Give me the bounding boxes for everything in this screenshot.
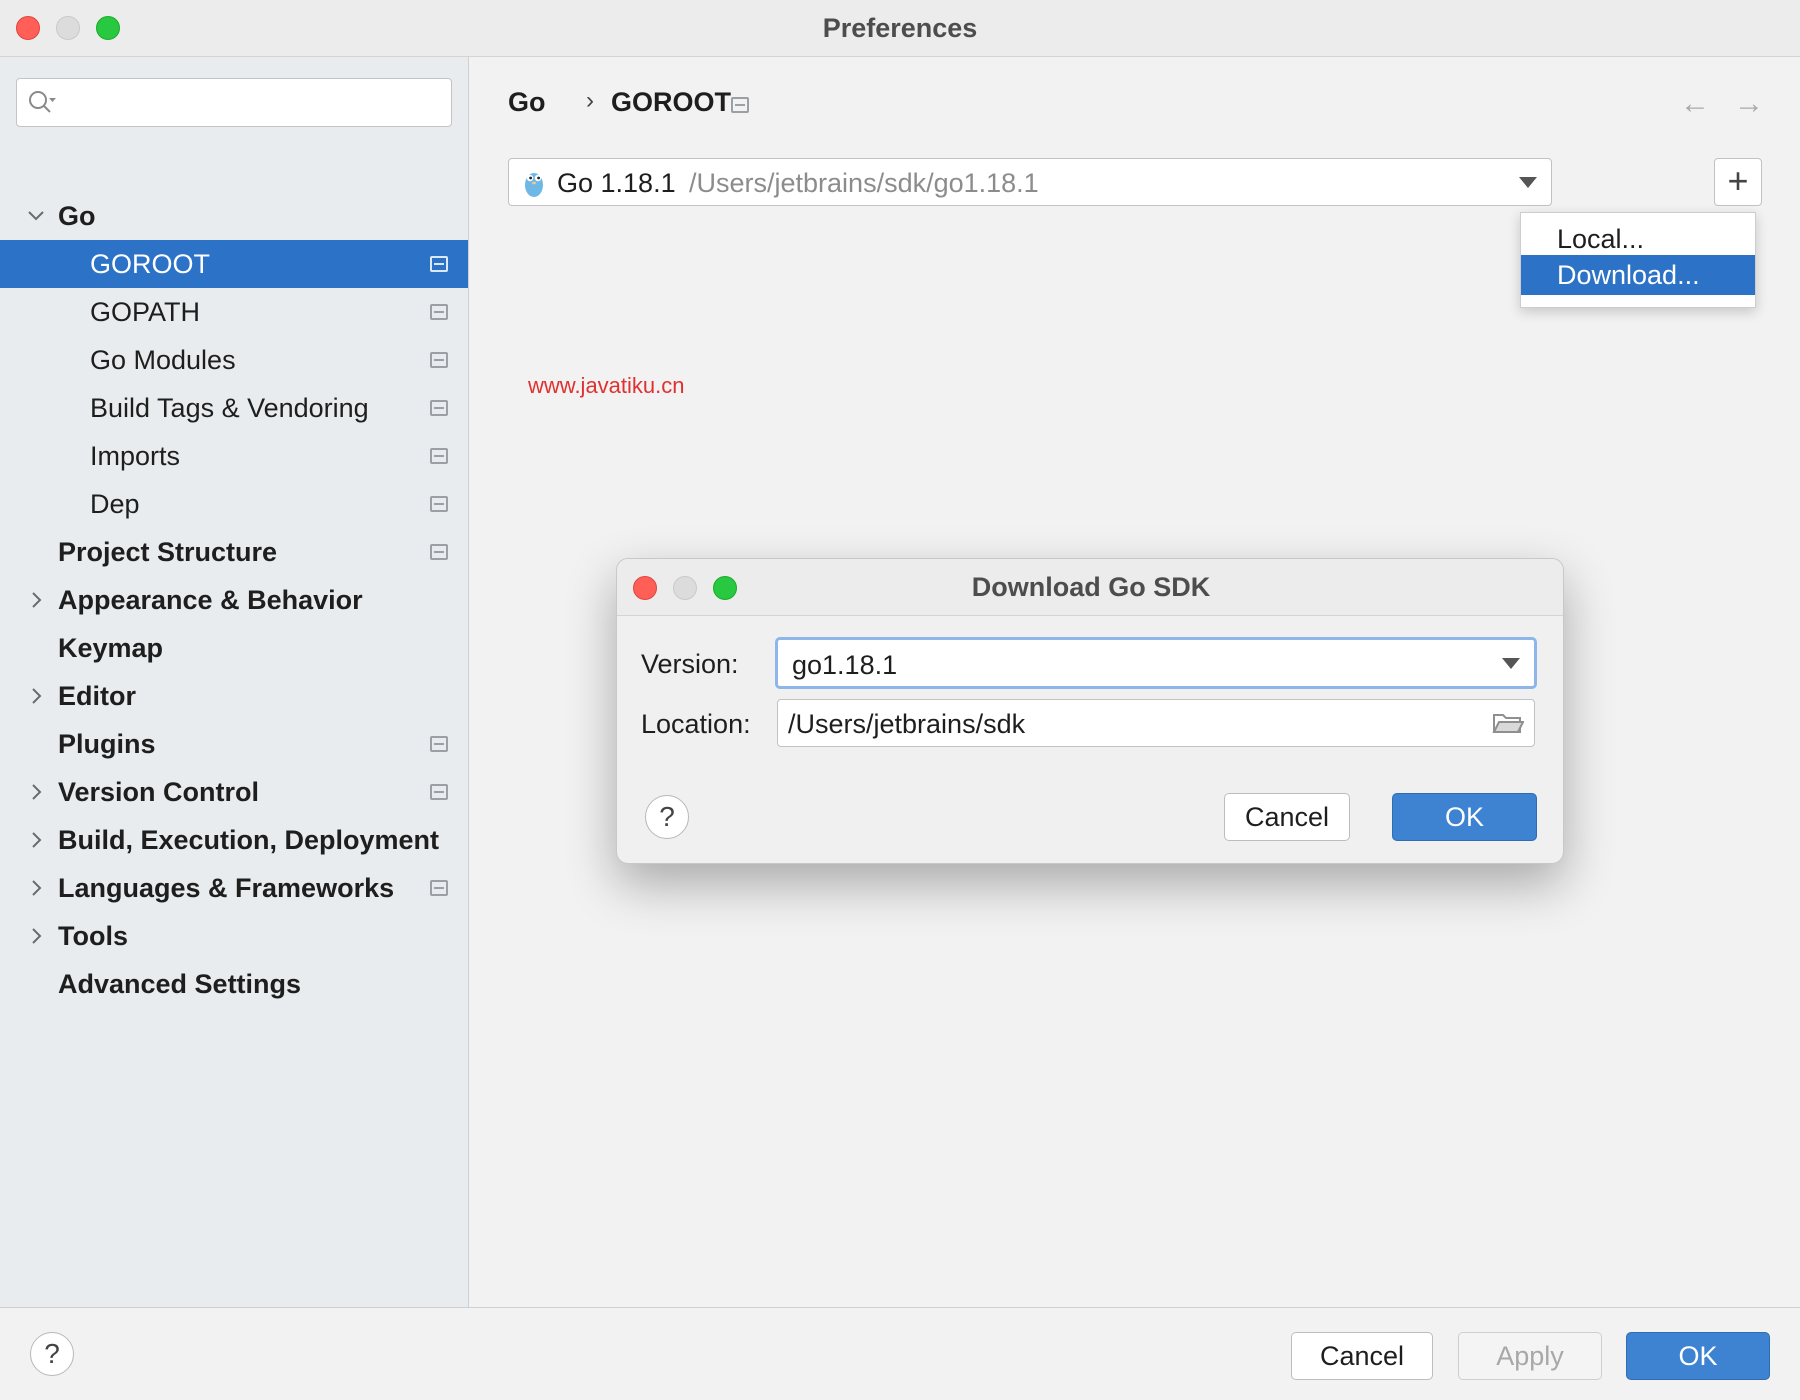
watermark-text: www.javatiku.cn bbox=[528, 373, 685, 398]
project-scope-icon bbox=[430, 880, 448, 896]
chevron-down-icon[interactable] bbox=[24, 204, 48, 228]
dialog-title-bar: Download Go SDK bbox=[617, 559, 1563, 616]
chevron-right-icon[interactable] bbox=[24, 588, 48, 612]
sidebar-item-advanced-settings[interactable]: Advanced Settings bbox=[0, 960, 468, 1008]
menu-item-local[interactable]: Local... bbox=[1521, 219, 1755, 259]
chevron-right-icon[interactable] bbox=[24, 924, 48, 948]
add-sdk-button[interactable]: + bbox=[1714, 158, 1762, 206]
preferences-window: Preferences Go GOROOT GOPATH Go Modules Buil… bbox=[0, 0, 1800, 1400]
version-select[interactable]: go1.18.1 bbox=[775, 637, 1537, 689]
chevron-down-icon bbox=[1519, 177, 1537, 188]
sidebar-item-imports[interactable]: Imports bbox=[0, 432, 468, 480]
project-scope-icon bbox=[430, 448, 448, 464]
sidebar-item-label: Go bbox=[58, 201, 96, 231]
dialog-cancel-button[interactable]: Cancel bbox=[1224, 793, 1350, 841]
location-label: Location: bbox=[641, 709, 751, 739]
project-scope-icon bbox=[430, 496, 448, 512]
sidebar-item-languages-frameworks[interactable]: Languages & Frameworks bbox=[0, 864, 468, 912]
sidebar-item-label: Advanced Settings bbox=[58, 969, 302, 999]
sidebar-item-goroot[interactable]: GOROOT bbox=[0, 240, 468, 288]
sidebar-item-label: Appearance & Behavior bbox=[58, 585, 363, 615]
dialog-help-button[interactable]: ? bbox=[645, 795, 689, 839]
sidebar-item-label: Go Modules bbox=[90, 345, 236, 375]
sidebar-item-editor[interactable]: Editor bbox=[0, 672, 468, 720]
dialog-title: Download Go SDK bbox=[971, 572, 1211, 602]
sidebar-item-project-structure[interactable]: Project Structure bbox=[0, 528, 468, 576]
window-title: Preferences bbox=[822, 13, 978, 43]
download-go-sdk-dialog: Download Go SDK Version: go1.18.1 Locati… bbox=[616, 558, 1564, 864]
chevron-right-icon[interactable] bbox=[24, 780, 48, 804]
project-scope-icon bbox=[430, 400, 448, 416]
help-button[interactable]: ? bbox=[30, 1332, 74, 1376]
chevron-right-icon[interactable] bbox=[24, 684, 48, 708]
sidebar-item-label: Version Control bbox=[58, 777, 260, 807]
sidebar-item-label: Build, Execution, Deployment bbox=[58, 825, 440, 855]
sidebar-item-dep[interactable]: Dep bbox=[0, 480, 468, 528]
arrow-left-icon[interactable]: ← bbox=[1680, 87, 1710, 121]
sidebar-item-plugins[interactable]: Plugins bbox=[0, 720, 468, 768]
sidebar-item-build-execution-deployment[interactable]: Build, Execution, Deployment bbox=[0, 816, 468, 864]
breadcrumb-current: GOROOT bbox=[611, 87, 731, 117]
chevron-right-icon[interactable] bbox=[24, 828, 48, 852]
cancel-button[interactable]: Cancel bbox=[1291, 1332, 1433, 1380]
project-scope-icon bbox=[430, 784, 448, 800]
breadcrumb-parent[interactable]: Go bbox=[508, 87, 546, 118]
sidebar-item-label: GOPATH bbox=[90, 297, 201, 327]
sidebar-item-go-modules[interactable]: Go Modules bbox=[0, 336, 468, 384]
sidebar-item-label: Languages & Frameworks bbox=[58, 873, 395, 903]
chevron-right-icon[interactable] bbox=[24, 876, 48, 900]
bottom-button-bar: ? Cancel Apply OK bbox=[0, 1307, 1800, 1400]
settings-sidebar: Go GOROOT GOPATH Go Modules Build Tags & Ven… bbox=[0, 57, 469, 1307]
sidebar-item-label: Dep bbox=[90, 489, 140, 519]
breadcrumb-separator: › bbox=[586, 87, 594, 114]
menu-item-download[interactable]: Download... bbox=[1521, 255, 1755, 295]
project-scope-icon bbox=[430, 352, 448, 368]
title-bar: Preferences bbox=[0, 0, 1800, 57]
sidebar-item-version-control[interactable]: Version Control bbox=[0, 768, 468, 816]
gopher-icon bbox=[525, 173, 543, 197]
dialog-ok-button[interactable]: OK bbox=[1392, 793, 1537, 841]
project-scope-icon bbox=[731, 97, 749, 113]
apply-button[interactable]: Apply bbox=[1458, 1332, 1602, 1380]
version-label: Version: bbox=[641, 649, 739, 679]
project-scope-icon bbox=[430, 736, 448, 752]
sidebar-item-go[interactable]: Go bbox=[0, 192, 468, 240]
sidebar-item-appearance-behavior[interactable]: Appearance & Behavior bbox=[0, 576, 468, 624]
folder-icon[interactable] bbox=[1492, 711, 1524, 735]
project-scope-icon bbox=[430, 304, 448, 320]
project-scope-icon bbox=[430, 544, 448, 560]
version-value: go1.18.1 bbox=[792, 650, 898, 680]
sdk-version-text: Go 1.18.1 bbox=[557, 168, 676, 198]
sidebar-item-label: Project Structure bbox=[58, 537, 278, 567]
sidebar-item-build-tags-vendoring[interactable]: Build Tags & Vendoring bbox=[0, 384, 468, 432]
sidebar-item-label: Build Tags & Vendoring bbox=[90, 393, 369, 423]
sidebar-item-label: Editor bbox=[58, 681, 136, 711]
sidebar-item-tools[interactable]: Tools bbox=[0, 912, 468, 960]
go-sdk-select[interactable]: Go 1.18.1 /Users/jetbrains/sdk/go1.18.1 bbox=[508, 158, 1552, 206]
sidebar-item-label: Plugins bbox=[58, 729, 156, 759]
sidebar-item-keymap[interactable]: Keymap bbox=[0, 624, 468, 672]
location-value: /Users/jetbrains/sdk bbox=[788, 709, 1026, 739]
location-field[interactable]: /Users/jetbrains/sdk bbox=[777, 699, 1535, 747]
sidebar-item-label: GOROOT bbox=[90, 249, 210, 279]
arrow-right-icon[interactable]: → bbox=[1734, 87, 1764, 121]
sidebar-item-label: Tools bbox=[58, 921, 128, 951]
search-icon bbox=[29, 91, 56, 113]
ok-button[interactable]: OK bbox=[1626, 1332, 1770, 1380]
sidebar-item-gopath[interactable]: GOPATH bbox=[0, 288, 468, 336]
chevron-down-icon bbox=[1502, 658, 1520, 669]
add-sdk-menu: Local... Download... bbox=[1520, 212, 1756, 308]
sidebar-item-label: Imports bbox=[90, 441, 181, 471]
sidebar-item-label: Keymap bbox=[58, 633, 164, 663]
sdk-path-text: /Users/jetbrains/sdk/go1.18.1 bbox=[689, 168, 1039, 198]
settings-search-input[interactable] bbox=[16, 78, 452, 127]
project-scope-icon bbox=[430, 256, 448, 272]
